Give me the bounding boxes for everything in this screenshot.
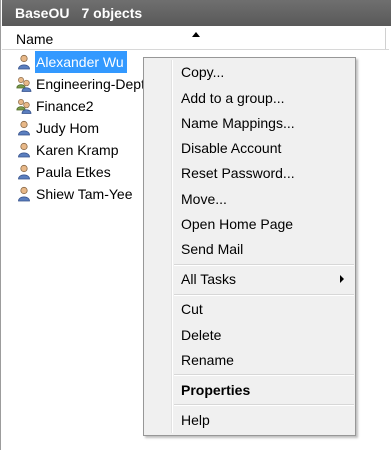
context-menu: Copy... Add to a group... Name Mappings.… — [143, 57, 356, 436]
menu-item-cut[interactable]: Cut — [181, 299, 203, 319]
directory-pane: BaseOU 7 objects Name Alexander Wu Engine… — [0, 0, 391, 450]
menu-separator — [174, 264, 354, 266]
submenu-arrow-icon — [340, 275, 344, 283]
menu-item-delete[interactable]: Delete — [181, 325, 221, 345]
results-header: BaseOU 7 objects — [2, 0, 391, 26]
user-icon — [18, 186, 30, 202]
menu-item-add-to-group[interactable]: Add to a group... — [181, 88, 285, 108]
column-divider[interactable] — [385, 28, 386, 49]
menu-item-reset-password[interactable]: Reset Password... — [181, 163, 295, 183]
list-item-label: Engineering-Dept — [36, 76, 145, 92]
list-item-label: Alexander Wu — [35, 51, 127, 73]
menu-item-send-mail[interactable]: Send Mail — [181, 239, 243, 259]
menu-icon-gutter — [171, 60, 173, 433]
group-icon — [16, 77, 32, 92]
sort-ascending-icon — [192, 32, 200, 37]
menu-item-help[interactable]: Help — [181, 410, 210, 430]
user-icon — [18, 120, 30, 136]
column-header-bar: Name — [2, 28, 389, 50]
menu-item-disable-account[interactable]: Disable Account — [181, 138, 281, 158]
menu-item-all-tasks[interactable]: All Tasks — [181, 269, 236, 289]
user-icon — [18, 142, 30, 158]
group-icon — [16, 99, 32, 114]
menu-item-copy[interactable]: Copy... — [181, 62, 224, 82]
menu-item-move[interactable]: Move... — [181, 189, 227, 209]
pane-left-border — [0, 0, 1, 450]
user-icon — [18, 164, 30, 180]
menu-item-name-mappings[interactable]: Name Mappings... — [181, 113, 295, 133]
list-item-label: Finance2 — [36, 98, 94, 114]
menu-separator — [174, 404, 354, 406]
menu-item-open-home-page[interactable]: Open Home Page — [181, 214, 293, 234]
list-item-label: Shiew Tam-Yee — [36, 186, 133, 202]
list-item-label: Paula Etkes — [36, 164, 111, 180]
list-item-label: Karen Kramp — [36, 142, 119, 158]
menu-separator — [174, 374, 354, 376]
menu-item-rename[interactable]: Rename — [181, 350, 234, 370]
list-item-label: Judy Hom — [36, 120, 100, 136]
menu-item-properties[interactable]: Properties — [181, 380, 250, 400]
object-count: 7 objects — [81, 5, 143, 21]
column-header-name[interactable]: Name — [16, 31, 53, 47]
menu-separator — [174, 294, 354, 296]
container-name: BaseOU — [15, 5, 70, 21]
user-icon — [18, 54, 30, 70]
